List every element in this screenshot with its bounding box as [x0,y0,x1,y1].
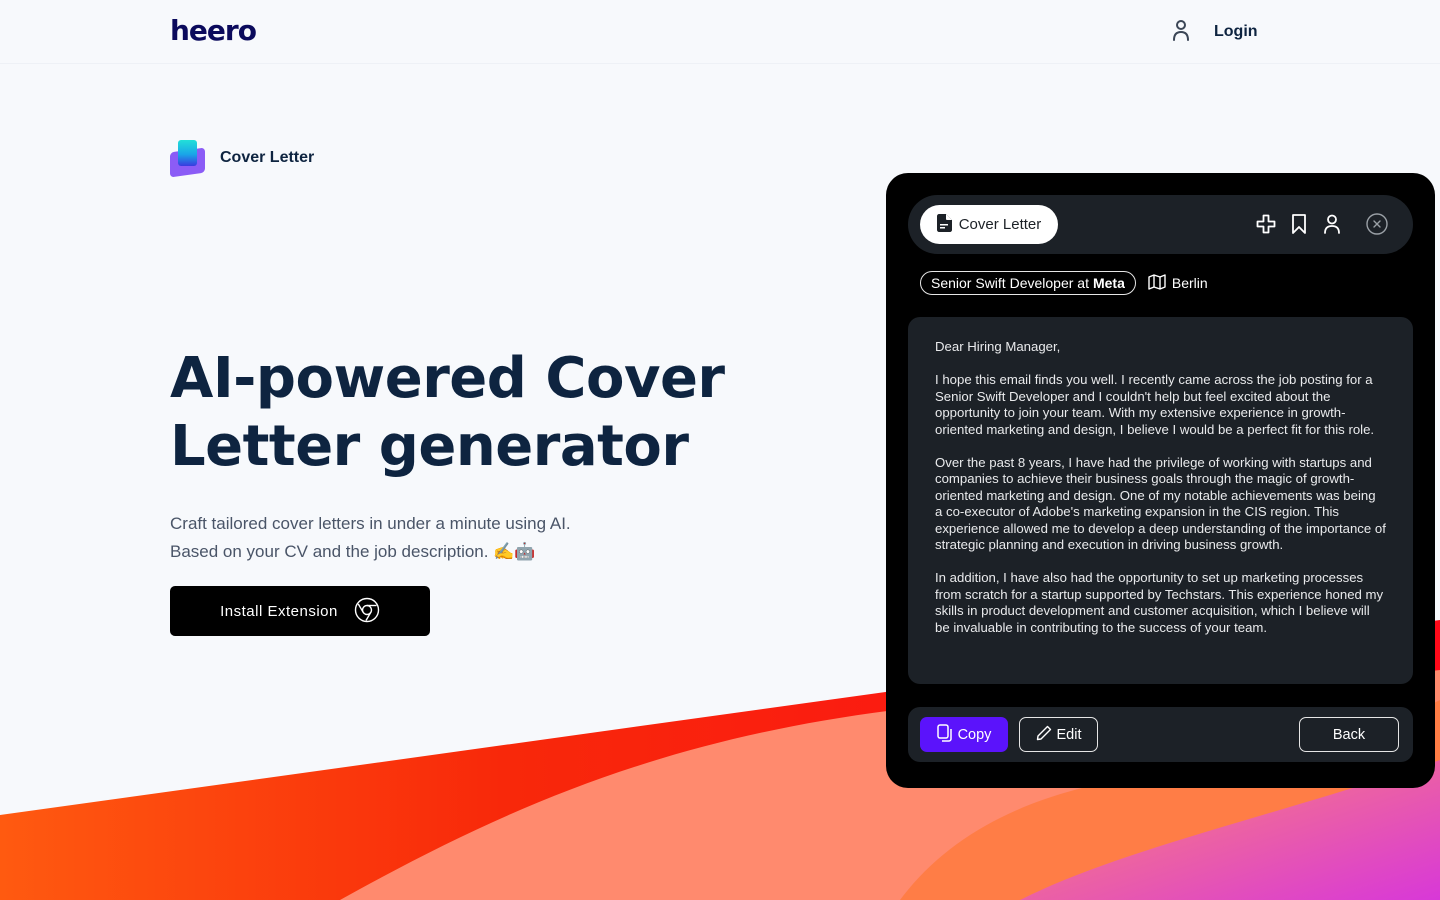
puzzle-plus-icon[interactable] [1256,212,1276,236]
job-info-row: Senior Swift Developer at Meta Berlin [920,271,1208,295]
install-extension-button[interactable]: Install Extension [170,586,430,636]
cover-letter-logo-icon [170,140,205,178]
title-line-2: Letter generator [170,414,689,479]
tab-cover-letter[interactable]: Cover Letter [920,205,1058,244]
login-button[interactable]: Login [1172,19,1258,46]
install-extension-label: Install Extension [220,602,338,620]
page-title: AI-powered Cover Letter generator [170,345,770,481]
login-label: Login [1214,23,1258,40]
panel-toolbar: Cover Letter [908,195,1413,254]
letter-paragraph: I hope this email finds you well. I rece… [935,372,1375,437]
map-icon [1148,273,1166,293]
chrome-icon [354,597,380,626]
back-label: Back [1332,726,1366,743]
copy-button[interactable]: Copy [920,717,1008,752]
letter-paragraph: In addition, I have also had the opportu… [935,570,1384,635]
user-icon[interactable] [1322,212,1342,236]
brand-logo[interactable]: heero [170,14,257,47]
copy-icon [936,723,953,746]
panel-actions: Copy Edit Back [908,707,1413,762]
extension-panel: Cover Letter Senior Swift Developer at M… [886,173,1435,788]
edit-button[interactable]: Edit [1019,717,1098,752]
user-icon [1172,19,1190,46]
product-label: Cover Letter [220,148,315,166]
job-title-badge: Senior Swift Developer at Meta [920,271,1136,295]
location: Berlin [1148,273,1208,293]
job-title: Senior Swift Developer at [931,275,1089,291]
edit-label: Edit [1056,726,1082,743]
tab-cover-letter-label: Cover Letter [958,216,1042,233]
subtitle-line-1: Craft tailored cover letters in under a … [170,514,571,533]
close-circle-icon[interactable] [1366,213,1388,240]
hero-subtitle: Craft tailored cover letters in under a … [170,510,690,566]
letter-paragraph: Over the past 8 years, I have had the pr… [935,454,1386,553]
subtitle-line-2: Based on your CV and the job description… [170,542,536,561]
document-icon [936,213,952,236]
cover-letter-text[interactable]: Dear Hiring Manager, I hope this email f… [908,317,1413,684]
product-tag: Cover Letter [170,140,315,178]
pencil-icon [1036,725,1052,745]
company-name: Meta [1092,275,1125,291]
letter-greeting: Dear Hiring Manager, [935,339,1061,354]
site-header: heero Login [0,0,1440,64]
bookmark-icon[interactable] [1289,212,1309,236]
copy-label: Copy [957,726,992,743]
location-label: Berlin [1171,275,1208,291]
back-button[interactable]: Back [1299,717,1399,752]
title-line-1: AI-powered Cover [170,346,725,411]
